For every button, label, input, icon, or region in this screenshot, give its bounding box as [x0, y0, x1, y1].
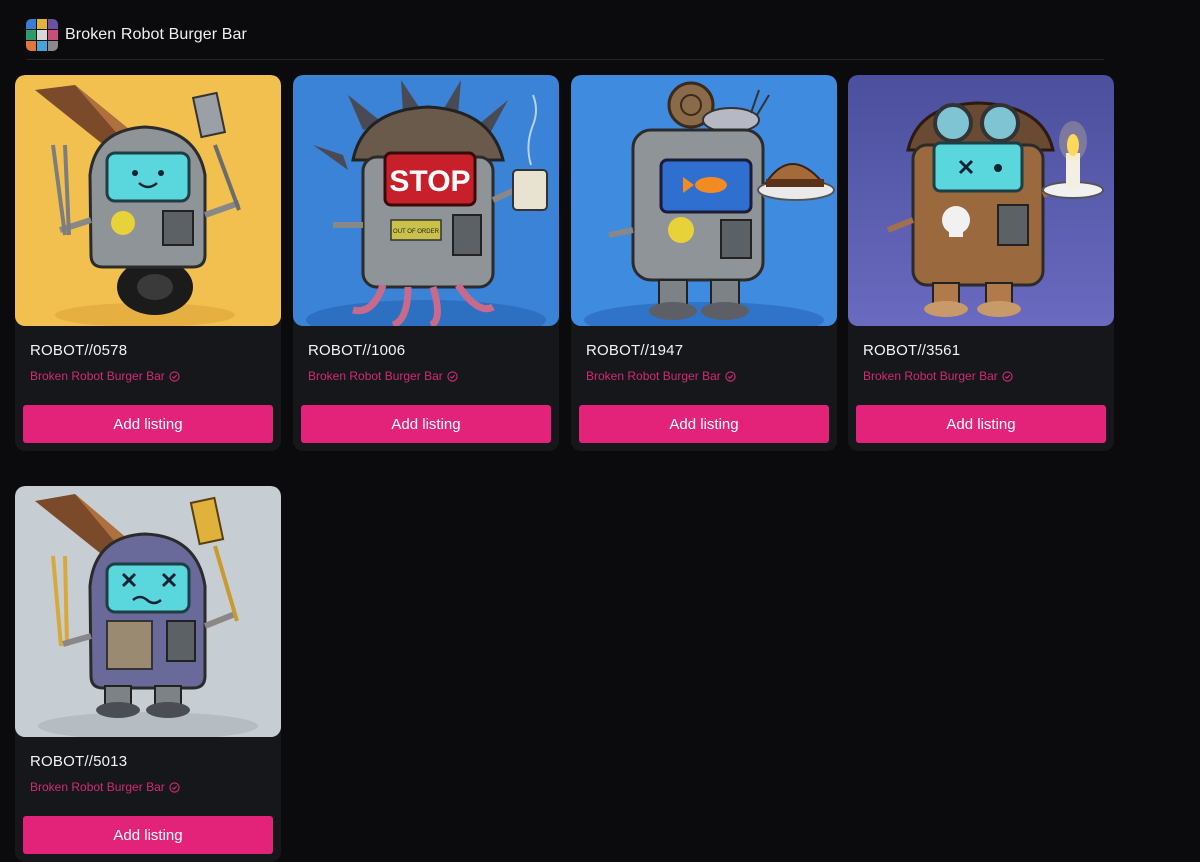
nft-collection-link[interactable]: Broken Robot Burger Bar — [30, 780, 180, 794]
verified-badge-icon — [725, 370, 736, 382]
collection-header: Broken Robot Burger Bar — [26, 19, 1104, 60]
nft-name: ROBOT//1006 — [308, 342, 406, 359]
add-listing-button[interactable]: Add listing — [579, 405, 829, 443]
collection-title[interactable]: Broken Robot Burger Bar — [65, 26, 247, 44]
verified-badge-icon — [169, 781, 180, 793]
nft-collection-name[interactable]: Broken Robot Burger Bar — [863, 369, 998, 383]
stop-sign-text: STOP — [389, 165, 470, 198]
nft-name: ROBOT//0578 — [30, 342, 128, 359]
add-listing-button[interactable]: Add listing — [23, 405, 273, 443]
verified-badge-icon — [447, 370, 458, 382]
collection-logo[interactable] — [26, 19, 58, 51]
nft-image[interactable] — [848, 75, 1114, 326]
nft-collection-link[interactable]: Broken Robot Burger Bar — [863, 369, 1013, 383]
add-listing-button[interactable]: Add listing — [301, 405, 551, 443]
nft-card[interactable]: STOP OUT OF ORDER ROBOT//1006 Broken Rob… — [293, 75, 559, 451]
nft-collection-name[interactable]: Broken Robot Burger Bar — [308, 369, 443, 383]
verified-badge-icon — [1002, 370, 1013, 382]
nft-collection-link[interactable]: Broken Robot Burger Bar — [30, 369, 180, 383]
add-listing-button[interactable]: Add listing — [856, 405, 1106, 443]
nft-image[interactable] — [15, 486, 281, 737]
nft-name: ROBOT//1947 — [586, 342, 684, 359]
nft-collection-name[interactable]: Broken Robot Burger Bar — [30, 369, 165, 383]
nft-image[interactable] — [571, 75, 837, 326]
nft-image[interactable]: STOP OUT OF ORDER — [293, 75, 559, 326]
nft-image[interactable] — [15, 75, 281, 326]
nft-card[interactable]: ROBOT//3561 Broken Robot Burger Bar Add … — [848, 75, 1114, 451]
nft-collection-name[interactable]: Broken Robot Burger Bar — [586, 369, 721, 383]
nft-collection-link[interactable]: Broken Robot Burger Bar — [308, 369, 458, 383]
verified-badge-icon — [169, 370, 180, 382]
nft-collection-name[interactable]: Broken Robot Burger Bar — [30, 780, 165, 794]
nft-name: ROBOT//5013 — [30, 753, 128, 770]
out-of-order-plaque-text: OUT OF ORDER — [393, 229, 440, 235]
nft-card[interactable]: ROBOT//0578 Broken Robot Burger Bar Add … — [15, 75, 281, 451]
nft-name: ROBOT//3561 — [863, 342, 961, 359]
add-listing-button[interactable]: Add listing — [23, 816, 273, 854]
nft-card[interactable]: ROBOT//5013 Broken Robot Burger Bar Add … — [15, 486, 281, 862]
nft-collection-link[interactable]: Broken Robot Burger Bar — [586, 369, 736, 383]
nft-card[interactable]: ROBOT//1947 Broken Robot Burger Bar Add … — [571, 75, 837, 451]
